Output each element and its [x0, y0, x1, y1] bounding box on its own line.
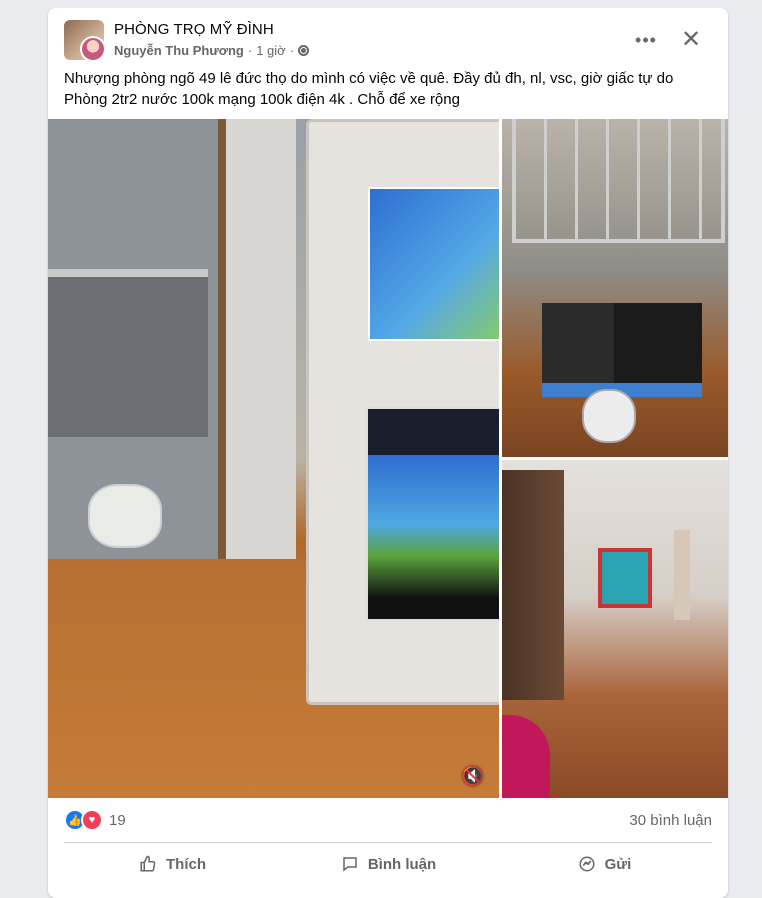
ellipsis-icon: •••: [635, 29, 657, 50]
photo-detail: [674, 530, 690, 620]
photo-detail: [512, 119, 725, 243]
thumbs-up-icon: [138, 854, 158, 874]
post-header: PHÒNG TRỌ MỸ ĐÌNH Nguyễn Thu Phương · 1 …: [64, 20, 712, 64]
reaction-icons[interactable]: 👍 ♥: [64, 809, 103, 831]
send-label: Gửi: [604, 855, 632, 873]
author-name[interactable]: Nguyễn Thu Phương: [114, 43, 244, 58]
close-icon: ✕: [680, 25, 702, 53]
post-card: PHÒNG TRỌ MỸ ĐÌNH Nguyễn Thu Phương · 1 …: [48, 8, 728, 898]
photo-detail: [218, 119, 296, 589]
photo-grid: 🔇: [48, 119, 728, 798]
photo-detail: [542, 303, 702, 397]
meta-separator: ·: [289, 43, 295, 58]
more-options-button[interactable]: •••: [632, 26, 660, 54]
post-body: Nhượng phòng ngõ 49 lê đức thọ do mình c…: [64, 68, 712, 110]
globe-icon: [298, 45, 310, 56]
like-label: Thích: [166, 855, 206, 873]
meta-separator: ·: [247, 43, 253, 58]
photo-kitchen[interactable]: [502, 119, 728, 457]
photo-detail: [48, 269, 208, 437]
action-bar: Thích Bình luận Gửi: [64, 846, 712, 882]
like-button[interactable]: Thích: [64, 846, 280, 882]
group-name[interactable]: PHÒNG TRỌ MỸ ĐÌNH: [114, 21, 274, 38]
comment-label: Bình luận: [367, 855, 437, 873]
group-avatar[interactable]: [64, 20, 104, 60]
comment-button[interactable]: Bình luận: [280, 846, 496, 882]
video-thumbnail[interactable]: 🔇: [48, 119, 499, 798]
post-meta: Nguyễn Thu Phương · 1 giờ ·: [114, 43, 310, 58]
comment-count[interactable]: 30 bình luận: [629, 812, 712, 829]
mute-icon[interactable]: 🔇: [461, 766, 485, 786]
post-text-line: Phòng 2tr2 nước 100k mạng 100k điện 4k .…: [64, 91, 460, 108]
close-button[interactable]: ✕: [676, 24, 706, 54]
love-reaction-icon: ♥: [81, 809, 103, 831]
post-text-line: Nhượng phòng ngõ 49 lê đức thọ do mình c…: [64, 70, 674, 87]
photo-room[interactable]: [502, 460, 728, 798]
post-time[interactable]: 1 giờ: [256, 43, 286, 58]
comment-icon: [340, 854, 360, 874]
photo-detail: [88, 484, 162, 548]
messenger-icon: [577, 854, 597, 874]
photo-detail: [366, 407, 499, 621]
photo-detail: [582, 389, 636, 443]
photo-detail: [502, 470, 564, 700]
author-avatar[interactable]: [80, 36, 104, 60]
reaction-count[interactable]: 19: [109, 812, 126, 829]
send-button[interactable]: Gửi: [496, 846, 712, 882]
reactions-bar: 👍 ♥ 19 30 bình luận: [64, 808, 712, 832]
photo-detail: [368, 187, 499, 341]
photo-detail: [598, 548, 652, 608]
divider: [64, 842, 712, 843]
photo-detail: [502, 715, 550, 798]
